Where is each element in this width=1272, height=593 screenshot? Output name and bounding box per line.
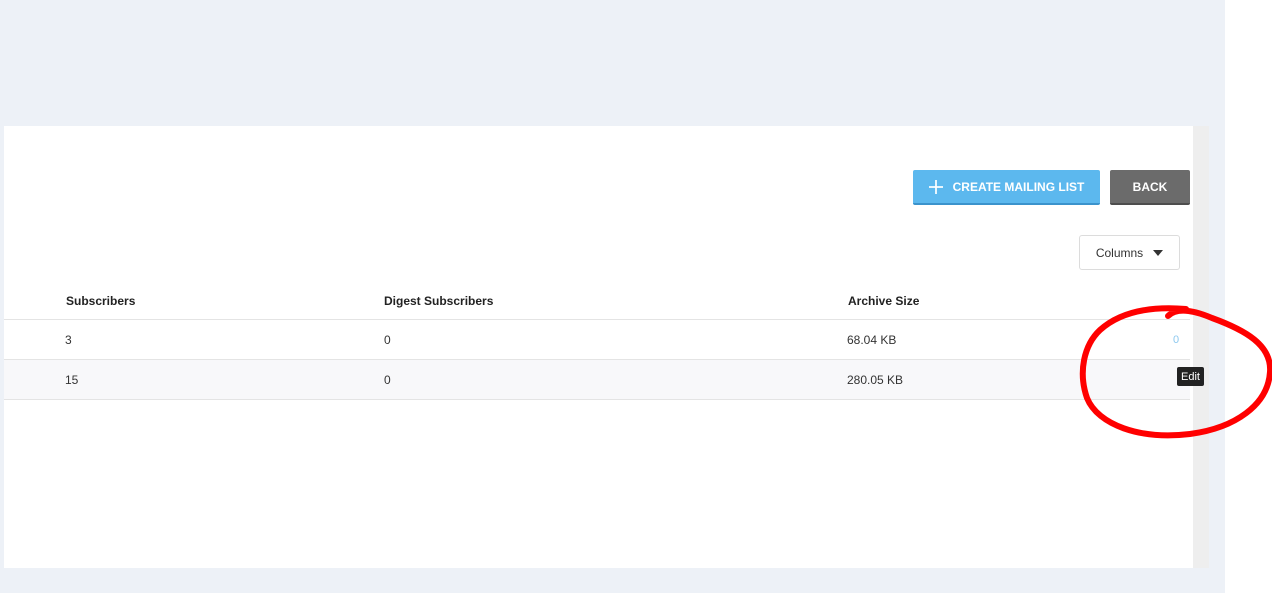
column-header-digest-subscribers[interactable]: Digest Subscribers — [384, 294, 493, 308]
caret-down-icon — [1153, 249, 1164, 256]
digest-subscribers-cell: 0 — [384, 333, 391, 347]
column-header-subscribers[interactable]: Subscribers — [66, 294, 135, 308]
edit-tooltip: Edit — [1177, 367, 1204, 386]
create-mailing-list-button[interactable]: CREATE MAILING LIST — [913, 170, 1100, 205]
archive-size-cell: 280.05 KB — [847, 373, 904, 387]
plus-icon — [928, 179, 943, 194]
columns-dropdown[interactable]: Columns — [1079, 235, 1180, 270]
back-label: BACK — [1132, 179, 1168, 194]
columns-label: Columns — [1095, 245, 1144, 260]
scrollbar-track[interactable] — [1193, 126, 1209, 568]
subscribers-cell: 15 — [65, 373, 79, 387]
table-row: 3 0 68.04 KB — [4, 319, 1190, 359]
table-row: 15 0 280.05 KB — [4, 359, 1190, 400]
create-mailing-list-label: CREATE MAILING LIST — [952, 179, 1085, 194]
digest-subscribers-cell: 0 — [384, 373, 391, 387]
column-header-archive-size[interactable]: Archive Size — [848, 294, 919, 308]
archive-size-cell: 68.04 KB — [847, 333, 897, 347]
subscribers-cell: 3 — [65, 333, 72, 347]
edit-icon[interactable]: 0 — [1170, 332, 1182, 348]
back-button[interactable]: BACK — [1110, 170, 1190, 205]
